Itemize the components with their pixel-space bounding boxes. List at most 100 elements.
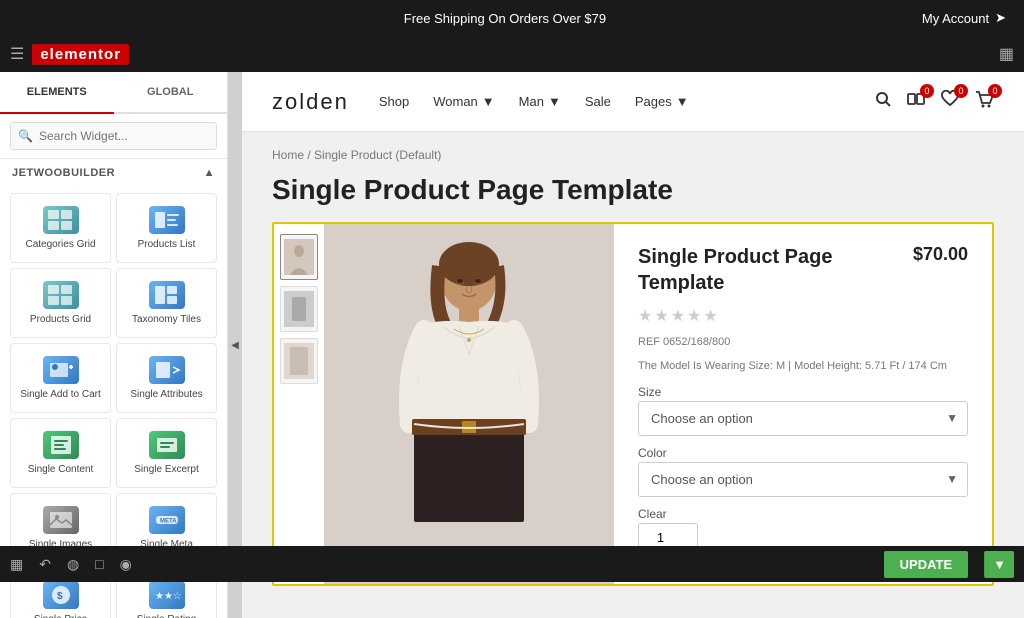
widget-categories-grid[interactable]: Categories Grid	[10, 193, 111, 263]
nav-item-woman[interactable]: Woman ▼	[433, 94, 494, 109]
color-label: Color	[638, 446, 968, 460]
single-meta-icon: META	[149, 506, 185, 534]
product-container: Single Product Page Template $70.00 ★★★★…	[272, 222, 994, 586]
widget-label-single-excerpt: Single Excerpt	[134, 464, 198, 476]
eye-icon[interactable]: ◉	[120, 556, 132, 573]
elementor-logo: elementor	[32, 44, 129, 65]
nav-item-man[interactable]: Man ▼	[519, 94, 561, 109]
color-select[interactable]: Choose an option	[638, 462, 968, 497]
product-name: Single Product Page Template	[638, 244, 838, 296]
widget-single-attributes[interactable]: Single Attributes	[116, 343, 217, 413]
undo-icon[interactable]: ↶	[39, 556, 51, 573]
widget-label-categories: Categories Grid	[25, 239, 95, 251]
size-label: Size	[638, 385, 968, 399]
main-layout: ELEMENTS GLOBAL 🔍 JETWOOBUILDER ▲	[0, 72, 1024, 618]
color-select-wrapper: Choose an option ▼	[638, 462, 968, 497]
grid-icon[interactable]: ▦	[999, 44, 1014, 64]
chevron-down-icon: ▼	[676, 94, 689, 109]
single-excerpt-icon	[149, 431, 185, 459]
widget-label-taxonomy: Taxonomy Tiles	[132, 314, 201, 326]
page-content: Home / Single Product (Default) Single P…	[242, 132, 1024, 602]
color-field: Color Choose an option ▼	[638, 446, 968, 497]
tab-global[interactable]: GLOBAL	[114, 72, 228, 114]
nav-icons: 0 0 0	[874, 90, 994, 113]
single-price-icon: $	[43, 581, 79, 609]
single-images-icon	[43, 506, 79, 534]
search-icon-btn[interactable]	[874, 90, 892, 113]
widget-label-products-list: Products List	[138, 239, 196, 251]
cart-badge: 0	[988, 84, 1002, 98]
breadcrumb-home[interactable]: Home	[272, 148, 304, 162]
product-stars: ★★★★★	[638, 306, 968, 326]
widget-products-list[interactable]: Products List	[116, 193, 217, 263]
collapse-icon: ◀	[231, 340, 239, 351]
compare-badge: 0	[920, 84, 934, 98]
widget-single-content[interactable]: Single Content	[10, 418, 111, 488]
my-account-label: My Account	[922, 11, 989, 26]
product-image	[324, 224, 614, 584]
elementor-topbar: ☰ elementor ▦	[0, 36, 1024, 72]
account-arrow-icon: ➤	[995, 10, 1006, 26]
widget-products-grid[interactable]: Products Grid	[10, 268, 111, 338]
widget-taxonomy-tiles[interactable]: Taxonomy Tiles	[116, 268, 217, 338]
sidebar-collapse-btn[interactable]: ◀	[228, 72, 242, 618]
chevron-down-icon: ▼	[482, 94, 495, 109]
size-select[interactable]: Choose an option	[638, 401, 968, 436]
nav-item-sale[interactable]: Sale	[585, 94, 611, 109]
my-account-link[interactable]: My Account ➤	[922, 10, 1016, 26]
widget-label-single-content: Single Content	[28, 464, 94, 476]
nav-bar: zolden Shop Woman ▼ Man ▼ Sale Pages	[242, 72, 1024, 132]
history-icon[interactable]: ◍	[67, 556, 79, 573]
update-arrow-btn[interactable]: ▼	[984, 551, 1014, 578]
compare-icon-btn[interactable]: 0	[906, 90, 926, 113]
grid-bottom-icon[interactable]: ▦	[10, 556, 23, 573]
product-ref: REF 0652/168/800	[638, 336, 968, 348]
hamburger-icon[interactable]: ☰	[10, 44, 24, 64]
section-label: JETWOOBUILDER	[12, 167, 115, 179]
svg-text:META: META	[160, 518, 177, 524]
search-input[interactable]	[10, 122, 217, 150]
single-add-icon	[43, 356, 79, 384]
page-title: Single Product Page Template	[272, 174, 994, 206]
nav-menu: Shop Woman ▼ Man ▼ Sale Pages ▼	[379, 94, 874, 109]
widget-label-single-add: Single Add to Cart	[20, 389, 101, 401]
search-icon: 🔍	[18, 129, 33, 143]
widget-label-products-grid: Products Grid	[30, 314, 91, 326]
bottom-bar: ▦ ↶ ◍ □ ◉ UPDATE ▼	[0, 546, 1024, 582]
product-thumbnails	[274, 224, 324, 584]
nav-logo: zolden	[272, 89, 349, 115]
breadcrumb-current: Single Product (Default)	[314, 148, 441, 162]
section-collapse-icon: ▲	[204, 167, 215, 179]
thumbnail-2[interactable]	[280, 286, 318, 332]
svg-text:$: $	[57, 591, 63, 602]
elementor-logo-area: ☰ elementor	[10, 44, 129, 65]
widget-single-add-to-cart[interactable]: Single Add to Cart	[10, 343, 111, 413]
categories-grid-icon	[43, 206, 79, 234]
single-attr-icon	[149, 356, 185, 384]
update-button[interactable]: UPDATE	[884, 551, 968, 578]
single-content-icon	[43, 431, 79, 459]
nav-item-shop[interactable]: Shop	[379, 94, 409, 109]
nav-item-pages[interactable]: Pages ▼	[635, 94, 689, 109]
sidebar-search: 🔍	[0, 114, 227, 159]
svg-text:★★☆: ★★☆	[155, 591, 181, 602]
widget-single-excerpt[interactable]: Single Excerpt	[116, 418, 217, 488]
products-grid-icon	[43, 281, 79, 309]
chevron-down-icon: ▼	[548, 94, 561, 109]
comment-icon[interactable]: □	[95, 556, 103, 572]
product-model: The Model Is Wearing Size: M | Model Hei…	[638, 358, 968, 375]
widget-label-single-attr: Single Attributes	[130, 389, 202, 401]
wishlist-icon-btn[interactable]: 0	[940, 90, 960, 113]
product-price: $70.00	[913, 244, 968, 265]
wishlist-badge: 0	[954, 84, 968, 98]
thumbnail-3[interactable]	[280, 338, 318, 384]
cart-icon-btn[interactable]: 0	[974, 90, 994, 113]
widget-label-single-price: Single Price	[34, 614, 87, 618]
section-header[interactable]: JETWOOBUILDER ▲	[0, 159, 227, 187]
content-area: zolden Shop Woman ▼ Man ▼ Sale Pages	[242, 72, 1024, 618]
taxonomy-tiles-icon	[149, 281, 185, 309]
tab-elements[interactable]: ELEMENTS	[0, 72, 114, 114]
products-list-icon	[149, 206, 185, 234]
single-rating-icon: ★★☆	[149, 581, 185, 609]
thumbnail-1[interactable]	[280, 234, 318, 280]
